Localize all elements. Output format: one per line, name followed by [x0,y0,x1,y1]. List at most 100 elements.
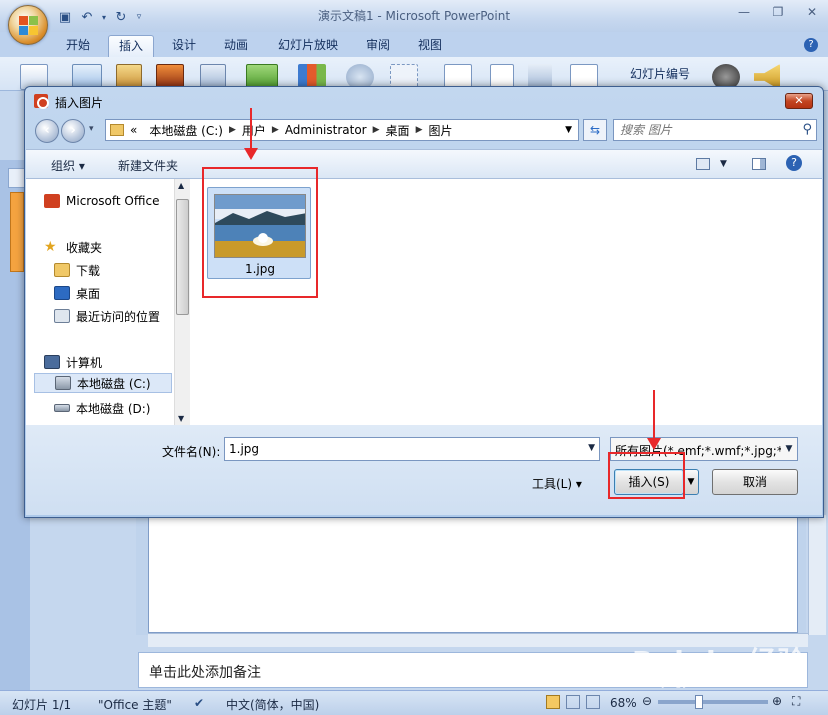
highlight-insert-button [608,452,685,499]
drive-icon [54,404,70,412]
nav-item-recent[interactable]: 最近访问的位置 [54,306,160,326]
navigation-pane: Microsoft Office ★ 收藏夹 下载 桌面 最近访问的位置 计算机 [26,179,190,425]
change-view-icon[interactable] [696,158,710,170]
cancel-button[interactable]: 取消 [712,469,798,495]
address-dropdown-icon[interactable]: ▼ [565,125,572,135]
search-box[interactable]: ⚲ [613,119,817,141]
fit-window-icon[interactable]: ⛶ [792,694,800,709]
computer-icon [44,355,60,369]
chevron-right-icon[interactable]: ▶ [373,125,380,135]
help-icon[interactable]: ? [786,155,802,171]
dialog-title: 插入图片 [55,96,104,110]
tab-insert[interactable]: 插入 [108,35,154,57]
nav-item-drive-c[interactable]: 本地磁盘 (C:) [34,373,172,393]
nav-item-microsoft-office[interactable]: Microsoft Office [44,191,159,211]
restore-icon[interactable]: ❐ [768,5,788,21]
breadcrumb-overflow[interactable]: « [124,123,143,137]
dialog-toolbar: 组织 ▾ 新建文件夹 ▼ ? [26,149,822,179]
nav-item-desktop[interactable]: 桌面 [54,283,100,303]
forward-button[interactable]: › [61,119,85,143]
search-icon[interactable]: ⚲ [802,122,812,137]
tab-review[interactable]: 审阅 [356,35,400,57]
organize-button[interactable]: 组织 ▾ [51,157,85,174]
search-input[interactable] [614,120,784,140]
zoom-in-icon[interactable]: ⊕ [772,694,782,708]
nav-item-label: 本地磁盘 (C:) [77,376,151,391]
scroll-down-icon[interactable]: ▼ [178,414,184,423]
minimize-icon[interactable]: — [734,5,754,21]
tools-button[interactable]: 工具(L) ▾ [532,475,582,492]
dialog-footer: 文件名(N): ▼ 所有图片(*.emf;*.wmf;*.jpg;*.jpeg … [26,425,822,515]
recent-pages-dropdown-icon[interactable]: ▾ [89,124,94,134]
office-button[interactable] [8,5,48,45]
star-icon: ★ [44,239,57,255]
chevron-right-icon[interactable]: ▶ [416,125,423,135]
powerpoint-icon [44,194,60,208]
back-button[interactable]: ‹ [35,119,59,143]
arrow-down-icon [647,438,661,450]
breadcrumb-drive-c[interactable]: 本地磁盘 (C:) [143,122,229,139]
nav-item-computer[interactable]: 计算机 [44,352,102,372]
insert-picture-dialog: 插入图片 ✕ ‹ › ▾ « 本地磁盘 (C:) ▶ 用户 ▶ Administ… [24,86,824,518]
zoom-level[interactable]: 68% [610,696,637,710]
arrow-to-file [250,108,252,150]
filename-combobox[interactable]: ▼ [224,437,600,461]
scrollbar-thumb[interactable] [176,199,189,315]
nav-item-drive-d[interactable]: 本地磁盘 (D:) [54,398,150,418]
arrow-down-icon [244,148,258,160]
tab-slideshow[interactable]: 幻灯片放映 [268,35,348,57]
zoom-out-icon[interactable]: ⊖ [642,694,652,708]
scroll-up-icon[interactable]: ▲ [178,181,184,190]
nav-item-label: 最近访问的位置 [76,309,161,324]
zoom-slider-thumb[interactable] [695,695,703,709]
window-title: 演示文稿1 - Microsoft PowerPoint [317,9,511,23]
tab-home[interactable]: 开始 [56,35,100,57]
folder-icon [110,124,124,136]
slideshow-view-icon[interactable] [586,695,600,709]
slide-thumbnail[interactable] [10,192,24,272]
address-bar[interactable]: « 本地磁盘 (C:) ▶ 用户 ▶ Administrator ▶ 桌面 ▶ … [105,119,579,141]
drive-icon [55,376,71,390]
slide-indicator: 幻灯片 1/1 [12,698,72,712]
office-logo-icon [19,16,39,36]
filename-label: 文件名(N): [162,445,221,459]
nav-item-favorites[interactable]: ★ 收藏夹 [44,237,102,257]
view-dropdown-icon[interactable]: ▼ [720,159,727,169]
normal-view-icon[interactable] [546,695,560,709]
close-icon[interactable]: ✕ [802,5,822,21]
breadcrumb-desktop[interactable]: 桌面 [380,122,416,139]
window-controls: — ❐ ✕ [734,5,822,21]
breadcrumb-administrator[interactable]: Administrator [279,123,373,137]
slide-number-button[interactable]: 幻灯片编号 [630,65,690,82]
nav-item-label: 桌面 [76,286,101,301]
filetype-dropdown-icon[interactable]: ▼ [781,438,797,460]
filename-dropdown-icon[interactable]: ▼ [588,443,595,453]
nav-item-downloads[interactable]: 下载 [54,260,100,280]
dialog-close-button[interactable]: ✕ [785,93,813,109]
new-folder-button[interactable]: 新建文件夹 [118,157,178,174]
tab-view[interactable]: 视图 [408,35,452,57]
nav-pane-scrollbar[interactable]: ▲ ▼ [174,179,190,425]
ribbon-tab-bar: 开始 插入 设计 动画 幻灯片放映 审阅 视图 [0,32,828,57]
chevron-right-icon[interactable]: ▶ [229,125,236,135]
vertical-scrollbar[interactable] [808,515,826,635]
watermark-brand: Bai du 经验 [632,645,807,678]
highlight-file [202,167,318,298]
filename-field[interactable] [225,438,565,460]
slide-canvas[interactable] [148,515,798,633]
tab-design[interactable]: 设计 [162,35,206,57]
zoom-slider[interactable] [658,695,768,709]
desktop-icon [54,286,70,300]
tab-animation[interactable]: 动画 [214,35,258,57]
spellcheck-icon[interactable]: ✔ [194,696,204,710]
breadcrumb-users[interactable]: 用户 [236,122,272,139]
refresh-button[interactable]: ⇆ [583,119,607,141]
preview-pane-icon[interactable] [752,158,766,170]
chevron-right-icon[interactable]: ▶ [272,125,279,135]
slide-sorter-icon[interactable] [566,695,580,709]
download-folder-icon [54,263,70,277]
powerpoint-icon [34,94,49,109]
insert-options-dropdown-icon[interactable]: ▼ [683,469,699,495]
breadcrumb-pictures[interactable]: 图片 [422,122,458,139]
help-icon[interactable]: ? [804,38,818,52]
